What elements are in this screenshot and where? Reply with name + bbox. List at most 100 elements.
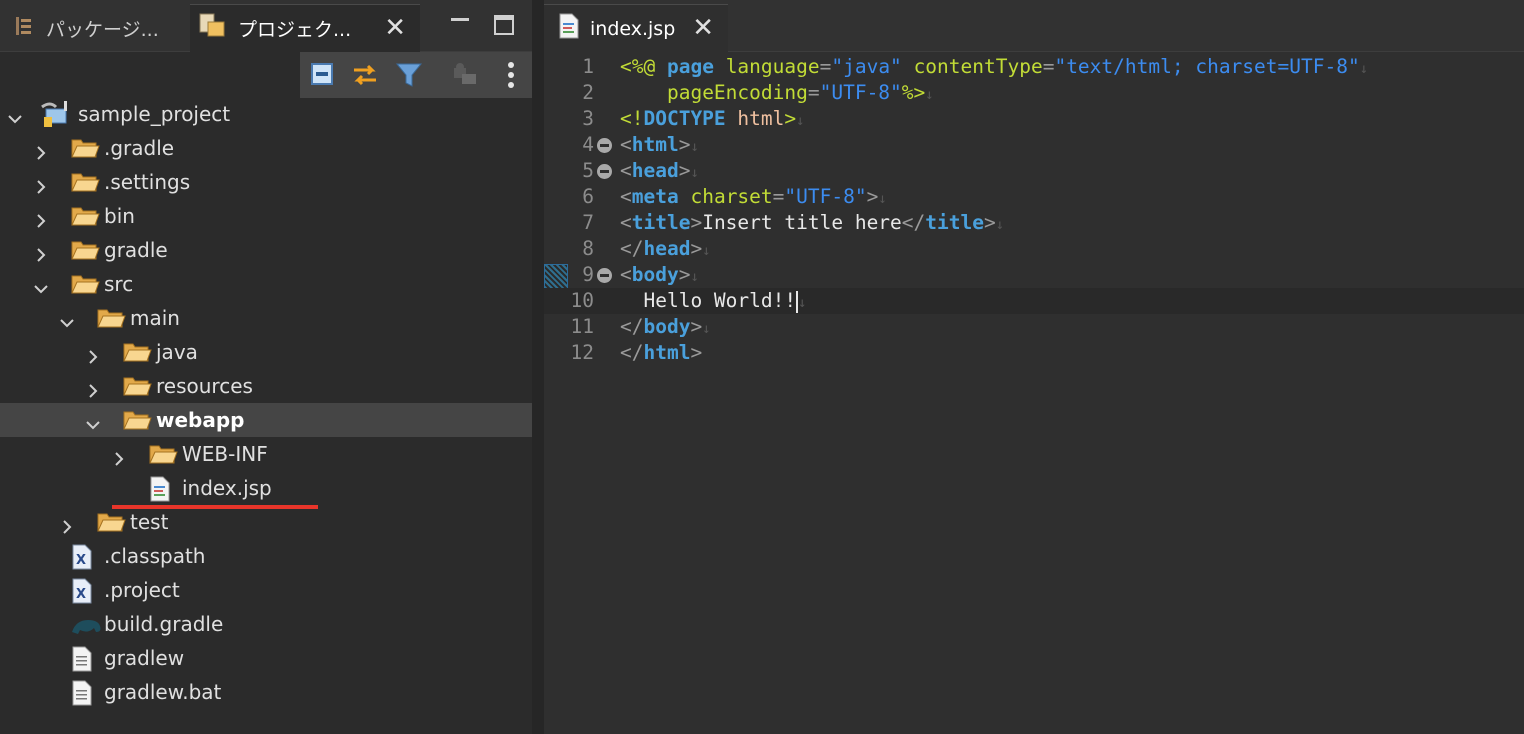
- code-line[interactable]: 6 <meta charset="UTF-8">↓: [544, 184, 1524, 210]
- chevron-right-icon[interactable]: [86, 379, 100, 398]
- code-editor[interactable]: 1 <%@ page language="java" contentType="t…: [544, 54, 1524, 734]
- folder-icon: [70, 272, 100, 296]
- code-token: >: [678, 263, 691, 286]
- tab-project-explorer[interactable]: プロジェク... ✕: [190, 4, 420, 52]
- code-line[interactable]: 10 Hello World!! ↓: [544, 288, 1524, 314]
- code-line[interactable]: 8 </head>↓: [544, 236, 1524, 262]
- tree-item[interactable]: build.gradle: [0, 607, 532, 641]
- code-token: "java": [831, 55, 902, 78]
- tree-item-label: gradle: [104, 238, 168, 262]
- tree-item-label: index.jsp: [182, 476, 272, 500]
- code-text: <head>↓: [620, 158, 699, 186]
- line-number: 6: [582, 185, 594, 208]
- code-token: >: [866, 185, 879, 208]
- jsp-file-icon: [148, 476, 176, 502]
- chevron-right-icon[interactable]: [34, 141, 48, 160]
- code-token: <: [620, 159, 632, 182]
- code-token: charset: [690, 185, 773, 208]
- pane-divider[interactable]: [532, 0, 544, 734]
- tree-item[interactable]: src: [0, 267, 532, 301]
- tree-item[interactable]: webapp: [0, 403, 532, 437]
- code-line[interactable]: 3 <!DOCTYPE html>↓: [544, 106, 1524, 132]
- tree-item-label: resources: [156, 374, 253, 398]
- tree-item[interactable]: .gradle: [0, 131, 532, 165]
- tree-item[interactable]: X .classpath: [0, 539, 532, 573]
- tree-item-label: build.gradle: [104, 612, 224, 636]
- chevron-down-icon[interactable]: [34, 277, 48, 294]
- code-token: <: [620, 211, 632, 234]
- fold-toggle-icon[interactable]: [597, 164, 612, 179]
- tree-item[interactable]: X .project: [0, 573, 532, 607]
- tab-index-jsp[interactable]: index.jsp ✕: [544, 4, 728, 52]
- minimize-view-button[interactable]: [449, 14, 471, 36]
- code-line[interactable]: 11 </body>↓: [544, 314, 1524, 340]
- gradle-icon: [70, 612, 101, 636]
- code-token: <: [620, 263, 632, 286]
- code-line[interactable]: 1 <%@ page language="java" contentType="t…: [544, 54, 1524, 80]
- folder-icon: [148, 442, 178, 466]
- code-token: <%@: [620, 55, 667, 78]
- working-sets-icon[interactable]: [450, 60, 480, 90]
- tree-item-label: .project: [104, 578, 180, 602]
- code-token: =: [1042, 55, 1055, 78]
- line-end-marker: ↓: [878, 191, 887, 207]
- code-line[interactable]: 7 <title>Insert title here</title>↓: [544, 210, 1524, 236]
- chevron-right-icon[interactable]: [86, 345, 100, 364]
- line-number: 3: [582, 107, 594, 130]
- code-token: head: [643, 237, 691, 260]
- filter-icon[interactable]: [394, 60, 424, 90]
- line-end-marker: ↓: [1359, 61, 1369, 77]
- line-number: 1: [582, 55, 594, 78]
- line-end-marker: ↓: [796, 113, 805, 129]
- view-toolbar: [300, 52, 532, 98]
- code-token: <!: [620, 107, 644, 130]
- collapse-all-icon[interactable]: [308, 60, 338, 90]
- code-token: html: [737, 107, 785, 130]
- chevron-right-icon[interactable]: [34, 175, 48, 194]
- tree-item-label: bin: [104, 204, 135, 228]
- tab-project-explorer-label: プロジェク...: [238, 19, 352, 41]
- svg-text:X: X: [76, 553, 86, 568]
- code-token: =: [807, 81, 820, 104]
- code-token: body: [631, 263, 679, 286]
- close-icon[interactable]: ✕: [692, 15, 714, 41]
- chevron-right-icon[interactable]: [60, 515, 74, 534]
- line-end-marker: ↓: [702, 243, 711, 259]
- chevron-right-icon[interactable]: [112, 447, 126, 466]
- tree-item-label: .gradle: [104, 136, 175, 160]
- link-with-editor-icon[interactable]: [350, 60, 380, 90]
- chevron-right-icon[interactable]: [34, 243, 48, 262]
- tree-item[interactable]: main: [0, 301, 532, 335]
- tree-item[interactable]: gradlew.bat: [0, 675, 532, 709]
- code-line[interactable]: 5 <head>↓: [544, 158, 1524, 184]
- tree-item[interactable]: test: [0, 505, 532, 539]
- code-line[interactable]: 4 <html>↓: [544, 132, 1524, 158]
- tree-item[interactable]: gradlew: [0, 641, 532, 675]
- tree-item[interactable]: sample_project: [0, 97, 532, 131]
- tree-item[interactable]: .settings: [0, 165, 532, 199]
- chevron-right-icon[interactable]: [34, 209, 48, 228]
- code-line[interactable]: 2 pageEncoding="UTF-8"%>↓: [544, 80, 1524, 106]
- code-line[interactable]: 9 <body>↓: [544, 262, 1524, 288]
- code-token: <: [620, 133, 632, 156]
- fold-toggle-icon[interactable]: [597, 138, 612, 153]
- chevron-down-icon[interactable]: [86, 413, 100, 430]
- tree-item[interactable]: resources: [0, 369, 532, 403]
- tree-item[interactable]: bin: [0, 199, 532, 233]
- tree-item[interactable]: java: [0, 335, 532, 369]
- tree-item[interactable]: gradle: [0, 233, 532, 267]
- tab-package-explorer[interactable]: パッケージ...: [0, 4, 186, 52]
- code-token: >: [983, 211, 996, 234]
- code-text: </head>↓: [620, 236, 711, 264]
- chevron-down-icon[interactable]: [8, 107, 22, 124]
- code-line[interactable]: 12 </html>: [544, 340, 1524, 366]
- tree-item[interactable]: WEB-INF: [0, 437, 532, 471]
- tree-item[interactable]: index.jsp: [0, 471, 532, 505]
- maximize-view-button[interactable]: [493, 14, 515, 36]
- fold-toggle-icon[interactable]: [597, 268, 612, 283]
- chevron-down-icon[interactable]: [60, 311, 74, 328]
- close-icon[interactable]: ✕: [384, 15, 406, 41]
- view-menu-icon[interactable]: [496, 60, 526, 90]
